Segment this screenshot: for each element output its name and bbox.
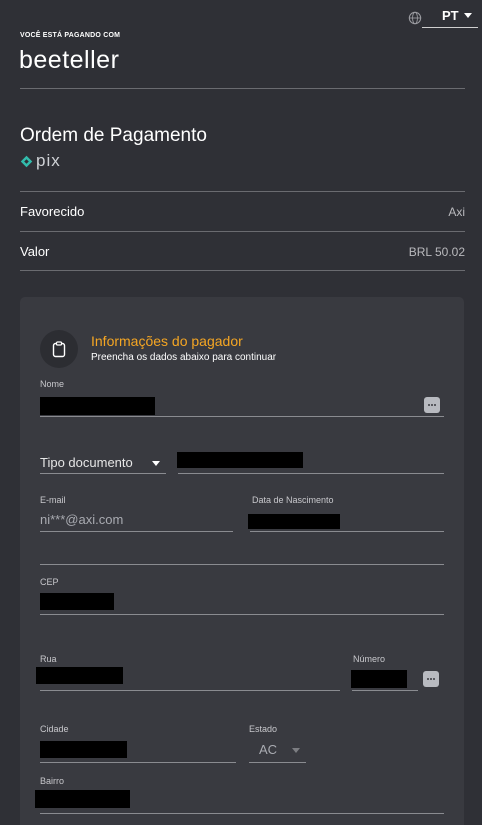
estado-label: Estado (249, 724, 278, 734)
cep-label: CEP (40, 577, 59, 587)
favorecido-value: Axi (448, 205, 465, 219)
bairro-input[interactable] (35, 790, 130, 808)
payer-info-card: Informações do pagador Preencha os dados… (20, 297, 464, 825)
bairro-label: Bairro (40, 776, 65, 786)
favorecido-label: Favorecido (20, 204, 85, 219)
language-selector[interactable]: PT (408, 8, 478, 28)
divider (20, 270, 465, 271)
extra-field-underline[interactable] (40, 564, 444, 565)
chevron-down-icon (463, 13, 472, 18)
cep-underline (40, 614, 444, 615)
cidade-label: Cidade (40, 724, 69, 734)
clipboard-icon-wrap (40, 330, 78, 368)
payer-section-subtitle: Preencha os dados abaixo para continuar (91, 352, 277, 363)
nascimento-underline (250, 531, 444, 532)
pix-logo: pix (20, 151, 61, 171)
nascimento-label: Data de Nascimento (252, 495, 334, 505)
valor-label: Valor (20, 244, 50, 259)
numero-input[interactable] (351, 670, 407, 688)
pix-wordmark: pix (36, 151, 61, 170)
rua-label: Rua (40, 654, 57, 664)
valor-value: BRL 50.02 (408, 245, 465, 259)
numero-underline (352, 690, 418, 691)
estado-select[interactable]: AC (259, 742, 277, 757)
bairro-underline (40, 813, 444, 814)
chevron-down-icon (152, 461, 160, 466)
cidade-input[interactable] (40, 741, 127, 758)
more-icon[interactable] (423, 671, 439, 687)
paying-with-label: VOCÊ ESTÁ PAGANDO COM (20, 32, 121, 39)
divider (20, 191, 465, 192)
globe-icon (408, 11, 422, 25)
pix-icon (20, 155, 33, 167)
cep-input[interactable] (40, 593, 114, 610)
payer-section-title: Informações do pagador (91, 333, 243, 349)
rua-underline (40, 690, 340, 691)
nome-label: Nome (40, 379, 65, 389)
documento-input[interactable] (177, 452, 303, 468)
language-code: PT (442, 8, 459, 23)
divider (20, 231, 465, 232)
email-input[interactable]: ni***@axi.com (40, 512, 123, 527)
divider (20, 88, 465, 89)
rua-input[interactable] (36, 667, 123, 684)
documento-underline (178, 473, 444, 474)
brand-logo: beeteller (19, 46, 120, 74)
cidade-underline (40, 762, 236, 763)
chevron-down-icon (292, 748, 300, 753)
estado-underline (249, 762, 306, 763)
tipo-documento-underline (40, 473, 166, 474)
nascimento-input[interactable] (248, 514, 340, 529)
email-underline (40, 531, 233, 532)
email-label: E-mail (40, 495, 66, 505)
tipo-documento-select[interactable]: Tipo documento (40, 455, 133, 470)
language-dropdown[interactable]: PT (422, 8, 478, 28)
more-icon[interactable] (424, 397, 440, 413)
nome-input[interactable] (40, 397, 155, 415)
nome-underline (40, 416, 444, 417)
page-title: Ordem de Pagamento (20, 125, 207, 146)
clipboard-icon (52, 340, 66, 357)
numero-label: Número (353, 654, 386, 664)
